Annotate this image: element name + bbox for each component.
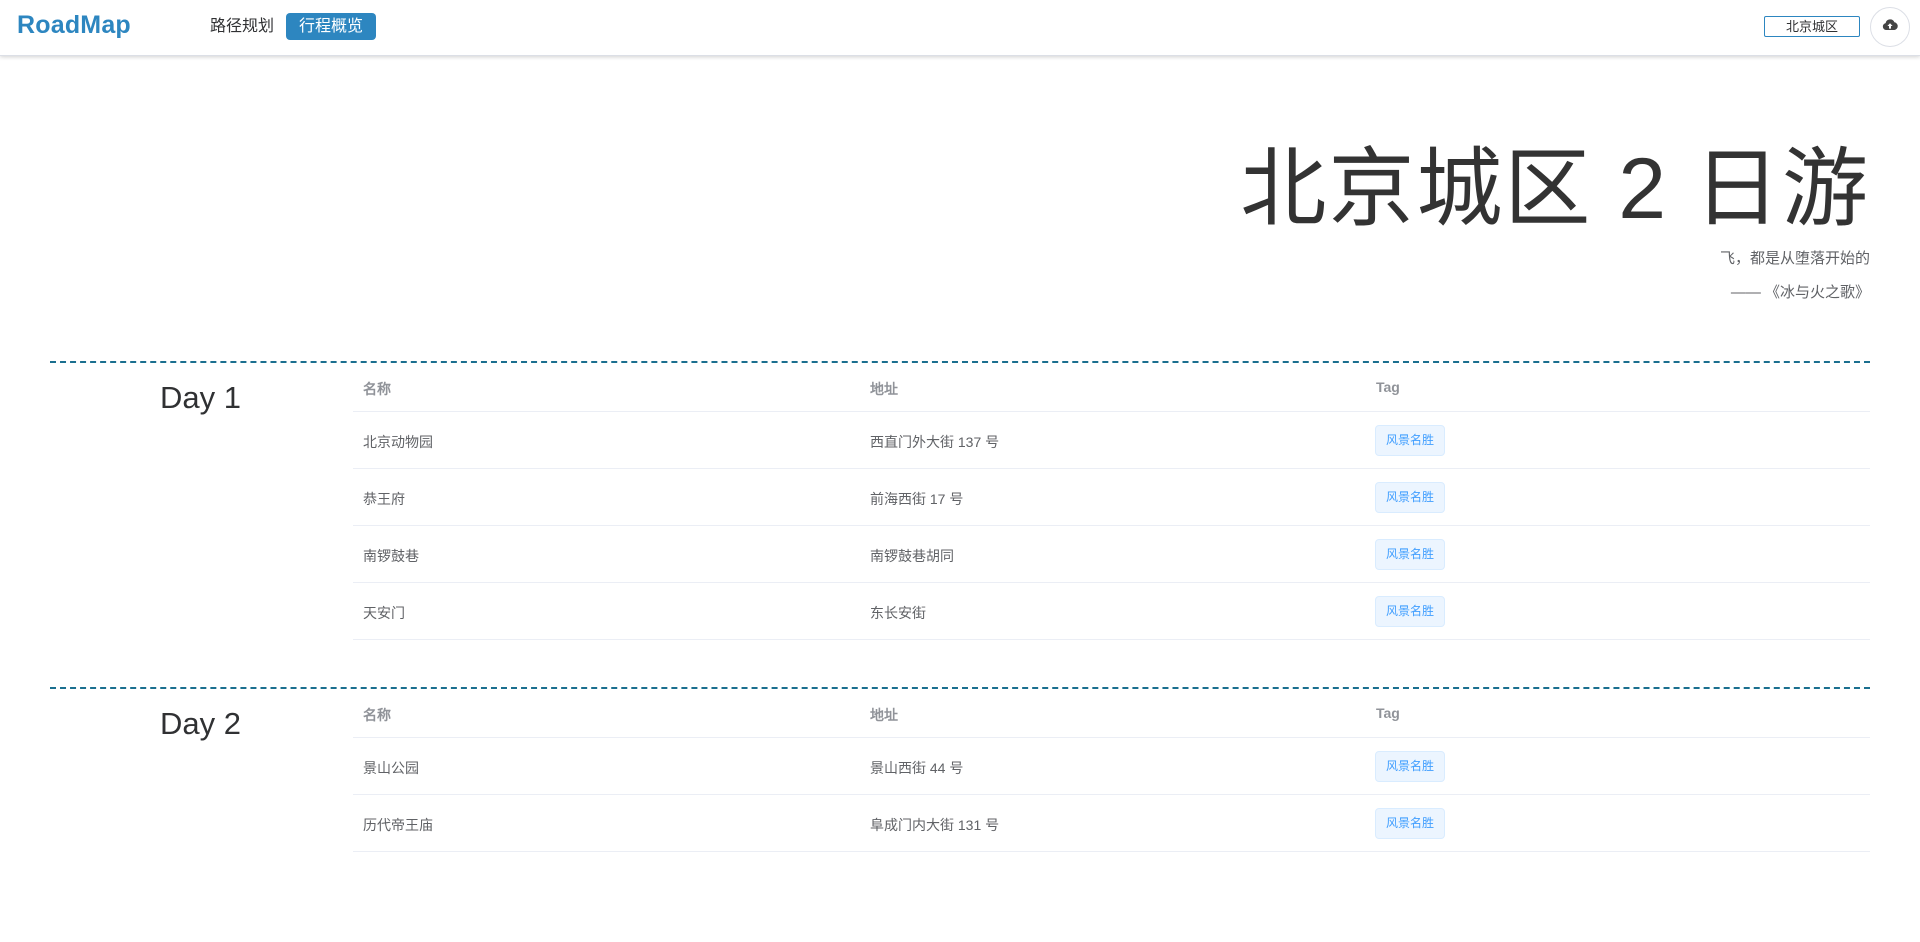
table-row[interactable]: 景山公园 景山西街 44 号 风景名胜 [353,738,1870,795]
table-row[interactable]: 恭王府 前海西街 17 号 风景名胜 [353,469,1870,526]
place-address: 东长安街 [870,605,926,621]
place-name: 恭王府 [363,491,405,507]
place-tag: 风景名胜 [1375,751,1446,782]
place-tag: 风景名胜 [1375,482,1446,513]
place-tag: 风景名胜 [1375,808,1446,839]
itinerary-table: 名称 地址 Tag 景山公园 景山西街 44 号 风景名胜 历代帝王庙 阜成门内… [353,689,1870,852]
table-row[interactable]: 南锣鼓巷 南锣鼓巷胡同 风景名胜 [353,526,1870,583]
place-address: 前海西街 17 号 [870,491,964,507]
upload-button[interactable] [1870,7,1910,47]
place-name: 天安门 [363,605,405,621]
trip-title: 北京城区 2 日游 [1240,141,1870,237]
place-name: 景山公园 [363,760,419,776]
city-selector-button[interactable]: 北京城区 [1764,16,1860,37]
place-tag: 风景名胜 [1375,596,1446,627]
column-header-address: 地址 [870,381,898,397]
nav-route-planning[interactable]: 路径规划 [197,13,287,40]
place-name: 南锣鼓巷 [363,548,419,564]
place-address: 阜成门内大街 131 号 [870,817,1000,833]
place-address: 景山西街 44 号 [870,760,964,776]
top-navbar: RoadMap 路径规划 行程概览 北京城区 [0,0,1920,56]
column-header-address: 地址 [870,707,898,723]
day-section: Day 1 名称 地址 Tag 北京动物园 西直门外大街 137 号 风景名胜 … [50,361,1870,640]
column-header-tag: Tag [1376,705,1400,721]
place-name: 历代帝王庙 [363,817,433,833]
quote-text: 飞，都是从堕落开始的 [1719,250,1870,267]
brand-logo[interactable]: RoadMap [17,11,131,40]
quote-source: —— 《冰与火之歌》 [1730,284,1870,301]
itinerary-table: 名称 地址 Tag 北京动物园 西直门外大街 137 号 风景名胜 恭王府 前海… [353,363,1870,640]
day-label: Day 2 [160,706,241,741]
nav-itinerary-overview[interactable]: 行程概览 [286,13,377,40]
place-tag: 风景名胜 [1375,425,1446,456]
column-header-tag: Tag [1376,379,1400,395]
table-row[interactable]: 天安门 东长安街 风景名胜 [353,583,1870,640]
place-tag: 风景名胜 [1375,539,1446,570]
place-name: 北京动物园 [363,434,433,450]
column-header-name: 名称 [363,381,391,397]
table-row[interactable]: 北京动物园 西直门外大街 137 号 风景名胜 [353,412,1870,469]
table-header: 名称 地址 Tag [353,363,1870,412]
cloud-upload-icon [1882,18,1898,37]
table-header: 名称 地址 Tag [353,689,1870,738]
day-label: Day 1 [160,380,241,415]
table-row[interactable]: 历代帝王庙 阜成门内大街 131 号 风景名胜 [353,795,1870,852]
place-address: 西直门外大街 137 号 [870,434,1000,450]
column-header-name: 名称 [363,707,391,723]
place-address: 南锣鼓巷胡同 [870,548,954,564]
day-section: Day 2 名称 地址 Tag 景山公园 景山西街 44 号 风景名胜 历代帝王… [50,687,1870,852]
